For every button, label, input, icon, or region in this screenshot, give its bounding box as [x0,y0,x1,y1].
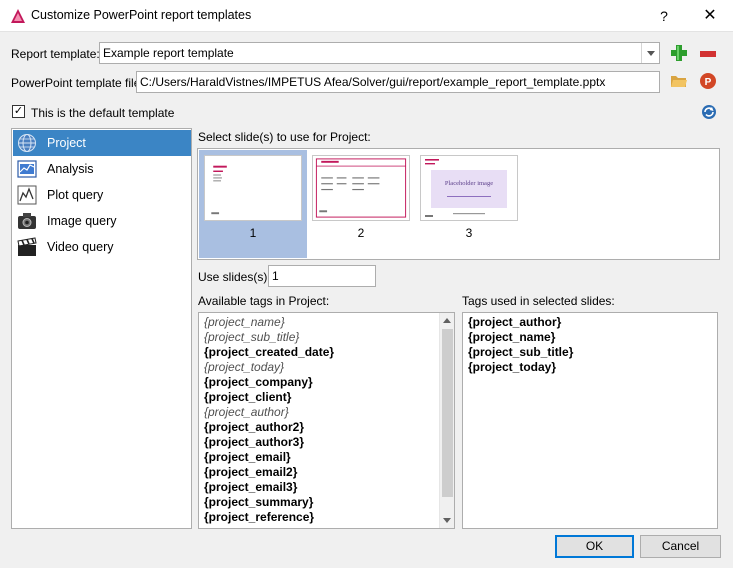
report-template-label: Report template: [11,47,100,61]
used-tags-header: Tags used in selected slides: [462,294,615,308]
cancel-button[interactable]: Cancel [640,535,721,558]
category-item-video-query[interactable]: Video query [13,234,191,260]
globe-icon [18,134,36,152]
powerpoint-icon[interactable]: P [699,72,717,90]
svg-text:P: P [705,77,712,88]
slides-panel: 1 2 Placeholder image 3 [197,148,720,260]
list-item[interactable]: {project_email2} [204,465,297,479]
slide-number: 2 [357,226,365,240]
add-template-icon[interactable] [670,44,688,62]
placeholder-image-text: Placeholder image [444,180,494,187]
title-bar: Customize PowerPoint report templates ? … [0,0,733,32]
remove-template-icon[interactable] [700,50,716,58]
slide-thumbnail[interactable]: 2 [307,150,415,258]
list-item[interactable]: {project_sub_title} [204,330,299,344]
list-item[interactable]: {project_author3} [204,435,304,449]
analysis-icon [17,160,37,178]
slides-header: Select slide(s) to use for Project: [198,130,371,144]
category-item-analysis[interactable]: Analysis [13,156,191,182]
list-item[interactable]: {project_summary} [204,495,313,509]
scroll-down-icon[interactable] [443,518,451,523]
close-button[interactable]: ✕ [698,4,722,28]
list-item[interactable]: {project_sub_title} [468,345,573,359]
help-button[interactable]: ? [652,4,676,28]
report-template-combo[interactable]: Example report template [99,42,660,64]
list-item[interactable]: {project_name} [468,330,555,344]
slide-number: 1 [249,226,257,240]
slide-preview [312,155,410,221]
use-slides-value: 1 [272,269,279,283]
used-tags-list[interactable]: {project_author} {project_name} {project… [462,312,718,529]
available-tags-list[interactable]: {project_name} {project_sub_title} {proj… [198,312,455,529]
category-item-project[interactable]: Project [13,130,191,156]
default-template-label: This is the default template [31,106,175,120]
folder-open-icon[interactable] [670,72,688,90]
refresh-icon[interactable] [700,103,718,121]
pptx-file-label: PowerPoint template file: [11,76,144,90]
list-item[interactable]: {project_name} [204,315,285,329]
list-item[interactable]: {project_today} [468,360,556,374]
list-item[interactable]: {project_company} [204,375,313,389]
category-item-image-query[interactable]: Image query [13,208,191,234]
plot-icon [17,185,37,205]
app-logo-icon [11,9,25,23]
available-tags-header: Available tags in Project: [198,294,330,308]
chevron-down-icon[interactable] [641,43,659,63]
list-item[interactable]: {project_email} [204,450,291,464]
clapperboard-icon [17,237,37,256]
slide-number: 3 [465,226,473,240]
category-item-plot-query[interactable]: Plot query [13,182,191,208]
camera-icon [18,213,36,229]
list-item[interactable]: {project_author} [468,315,561,329]
scroll-up-icon[interactable] [443,318,451,323]
list-item[interactable]: {project_today} [204,360,284,374]
list-item[interactable]: {project_author} [204,405,289,419]
scrollbar-thumb[interactable] [442,329,453,497]
slide-thumbnail[interactable]: Placeholder image 3 [415,150,523,258]
category-label: Image query [47,214,117,228]
category-label: Video query [47,240,114,254]
default-template-checkbox[interactable]: ✓ [12,105,25,118]
slide-preview: Placeholder image [420,155,518,221]
list-item[interactable]: {project_client} [204,390,291,404]
ok-button[interactable]: OK [555,535,634,558]
category-label: Project [47,136,86,150]
window-title: Customize PowerPoint report templates [31,8,252,22]
category-label: Plot query [47,188,104,202]
report-template-value: Example report template [103,46,234,60]
slide-thumbnail[interactable]: 1 [199,150,307,258]
category-list: Project Analysis Plot query Image query [11,128,192,529]
list-item[interactable]: {project_created_date} [204,345,334,359]
list-item[interactable]: {project_author2} [204,420,304,434]
vertical-scrollbar[interactable] [439,313,454,528]
use-slides-label: Use slides(s): [198,270,271,284]
list-item[interactable]: {project_reference} [204,510,314,524]
slide-preview [204,155,302,221]
list-item[interactable]: {project_email3} [204,480,297,494]
use-slides-input[interactable]: 1 [268,265,376,287]
category-label: Analysis [47,162,94,176]
pptx-file-value: C:/Users/HaraldVistnes/IMPETUS Afea/Solv… [140,75,606,89]
pptx-file-field[interactable]: C:/Users/HaraldVistnes/IMPETUS Afea/Solv… [136,71,660,93]
